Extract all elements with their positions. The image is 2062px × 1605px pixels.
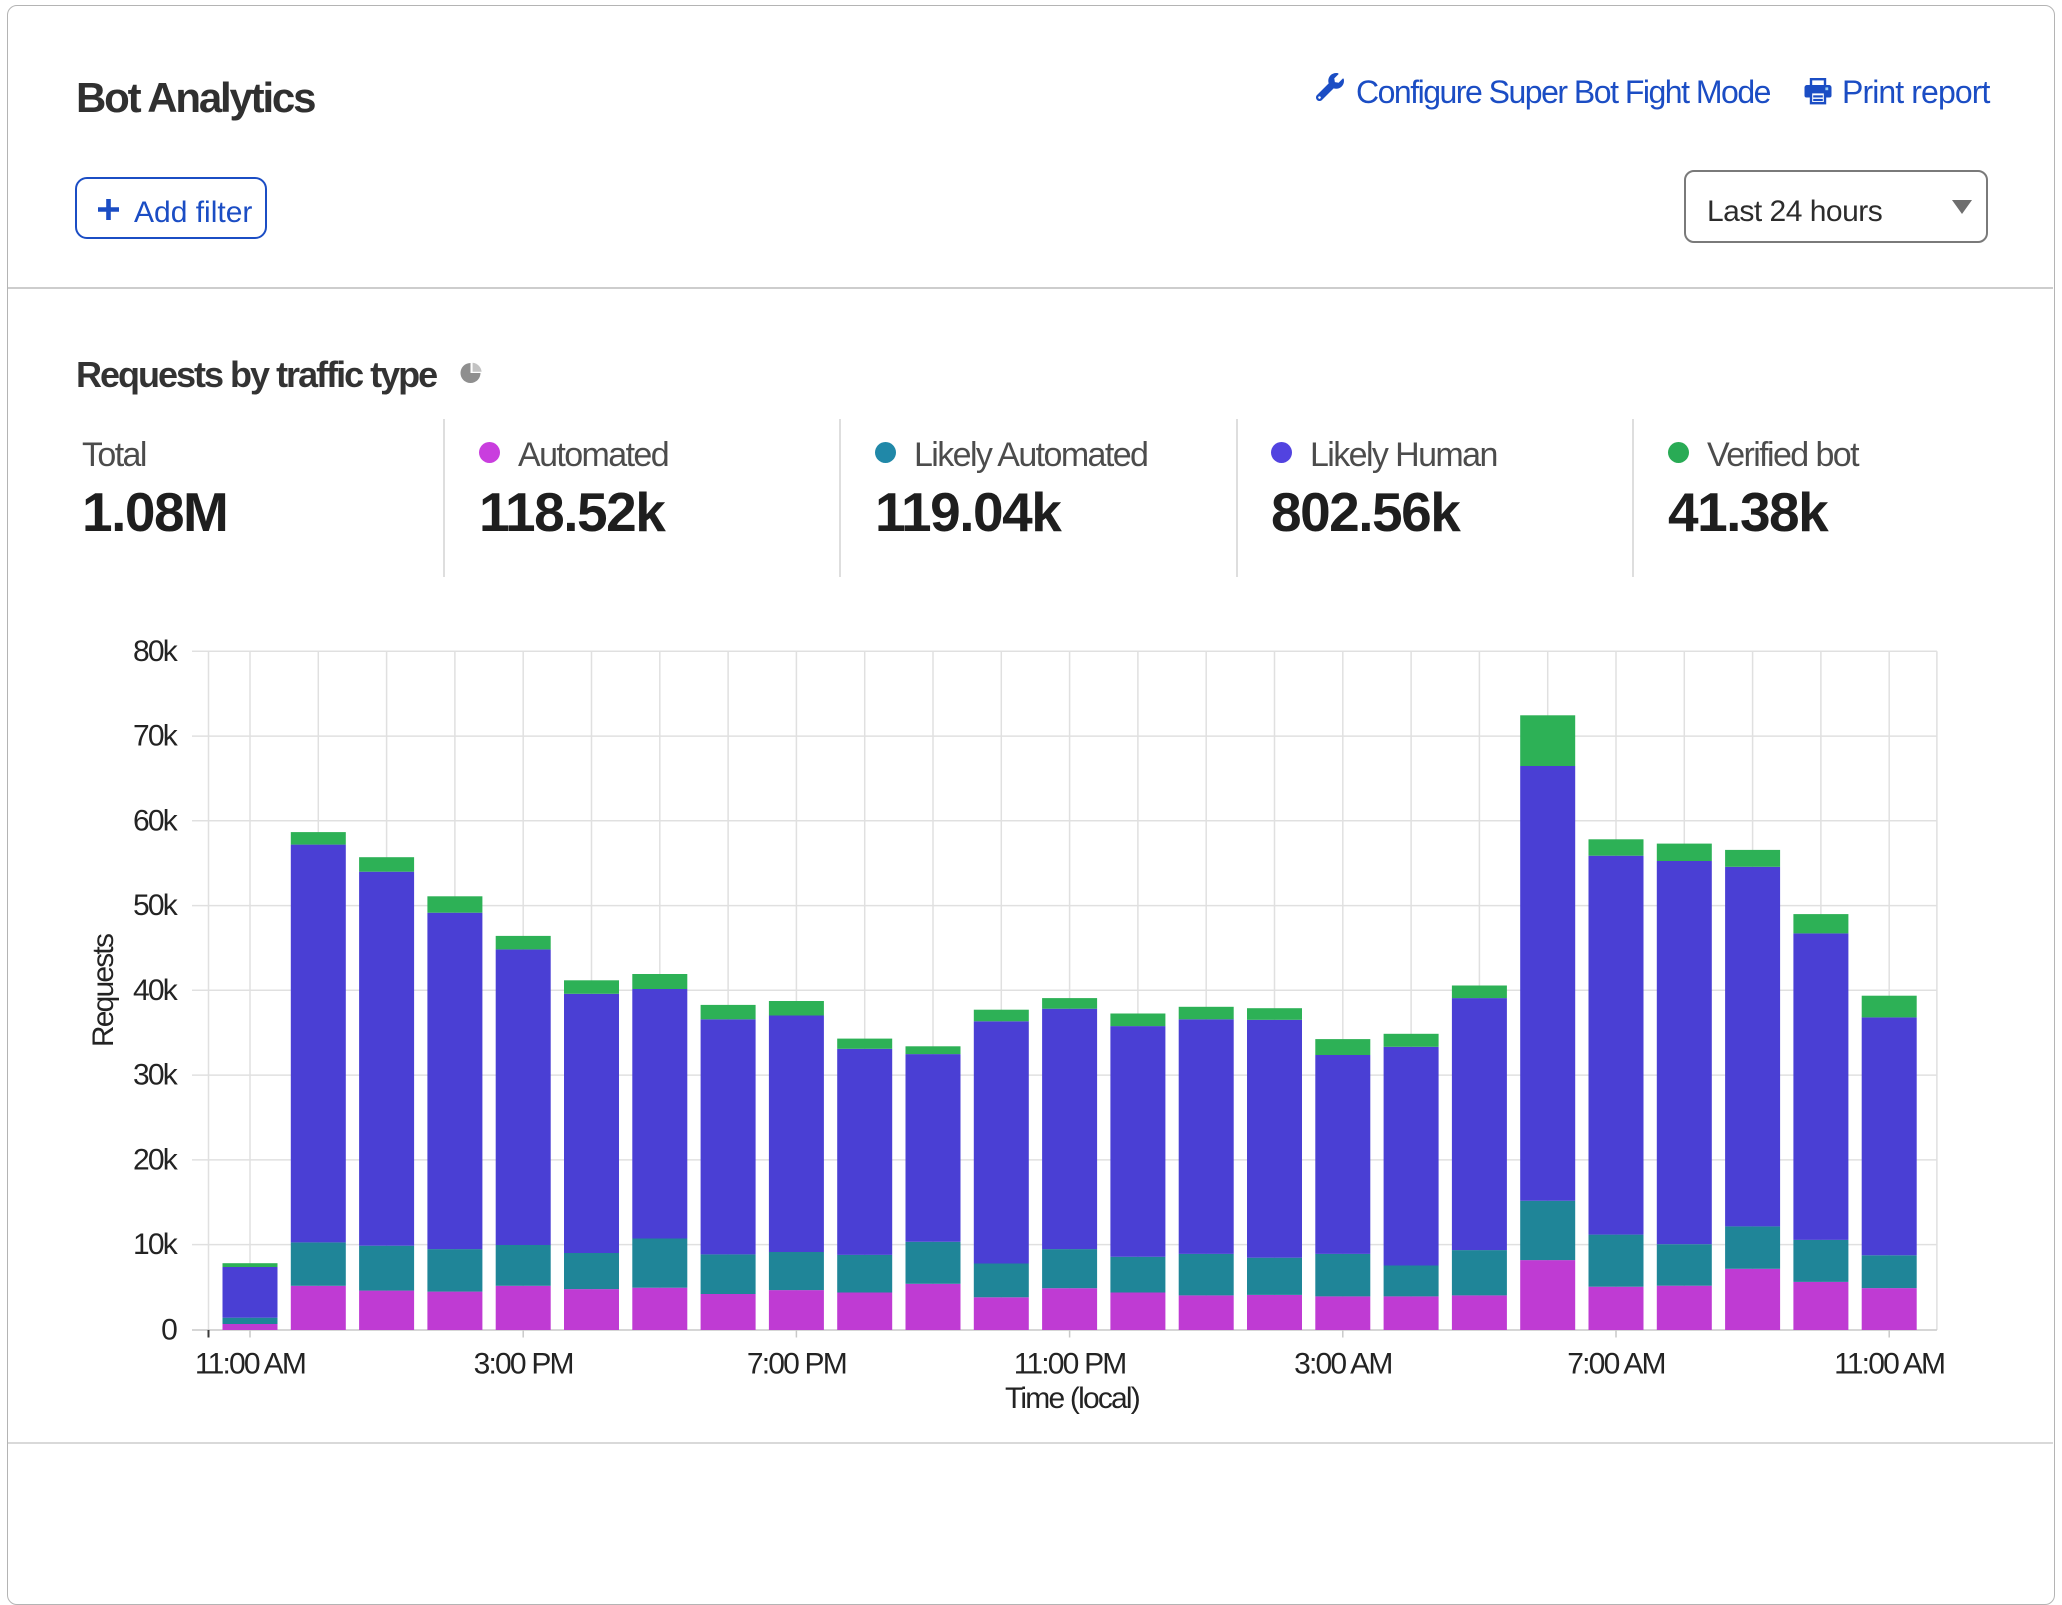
- svg-text:11:00 AM: 11:00 AM: [195, 1348, 305, 1381]
- svg-text:11:00 AM: 11:00 AM: [1834, 1348, 1944, 1381]
- svg-text:Requests: Requests: [87, 934, 120, 1047]
- svg-text:0: 0: [161, 1314, 177, 1347]
- svg-text:Time (local): Time (local): [1005, 1382, 1140, 1415]
- svg-text:7:00 PM: 7:00 PM: [747, 1348, 846, 1381]
- svg-text:10k: 10k: [133, 1228, 179, 1261]
- svg-text:60k: 60k: [133, 804, 179, 837]
- svg-text:3:00 PM: 3:00 PM: [474, 1348, 573, 1381]
- svg-text:3:00 AM: 3:00 AM: [1294, 1348, 1391, 1381]
- svg-text:40k: 40k: [133, 974, 179, 1007]
- svg-text:80k: 80k: [133, 635, 179, 668]
- svg-text:50k: 50k: [133, 889, 179, 922]
- svg-text:70k: 70k: [133, 720, 179, 753]
- svg-text:20k: 20k: [133, 1143, 179, 1176]
- svg-text:11:00 PM: 11:00 PM: [1014, 1348, 1126, 1381]
- svg-text:7:00 AM: 7:00 AM: [1567, 1348, 1664, 1381]
- svg-text:30k: 30k: [133, 1059, 179, 1092]
